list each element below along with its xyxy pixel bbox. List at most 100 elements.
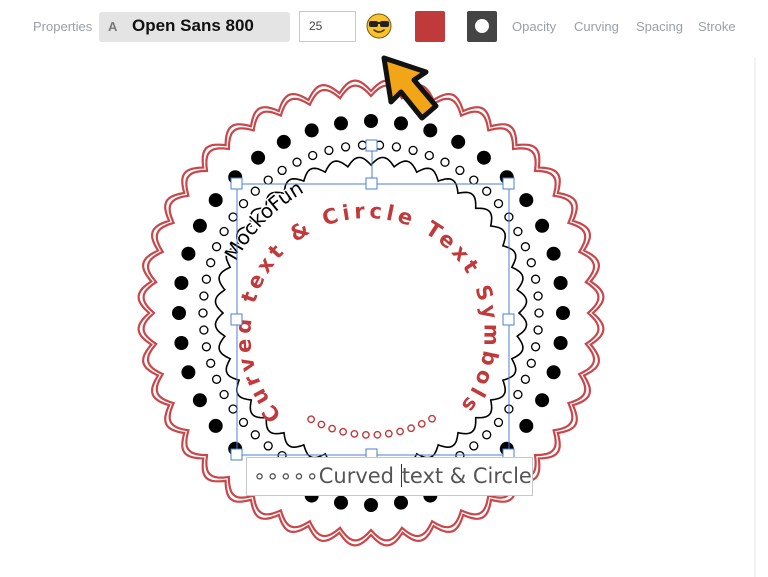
small-red-circle: [307, 415, 315, 424]
text-color-swatch[interactable]: [415, 11, 445, 42]
open-dot: [513, 389, 523, 400]
curving-button[interactable]: Curving: [574, 19, 619, 34]
small-red-circle: [317, 420, 326, 429]
small-red-circle: [361, 430, 370, 439]
open-dot: [469, 175, 479, 185]
resize-handle-bottom-left[interactable]: [230, 448, 243, 461]
open-dot: [201, 274, 212, 284]
rotate-handle[interactable]: [365, 139, 378, 152]
open-dot: [482, 430, 492, 440]
open-dot: [277, 165, 287, 176]
open-dot: [391, 142, 402, 152]
open-dot: [219, 226, 229, 237]
large-dot: [553, 336, 568, 350]
large-dot: [192, 218, 207, 233]
large-dot: [174, 276, 189, 290]
open-dot: [228, 404, 238, 414]
large-dot: [535, 218, 550, 233]
small-red-circle: [396, 427, 404, 436]
open-dot: [482, 186, 492, 196]
resize-handle-top[interactable]: [365, 177, 378, 190]
font-icon: A: [108, 19, 118, 34]
large-dot: [546, 246, 561, 261]
large-dot: [519, 418, 534, 433]
large-dot: [192, 393, 207, 408]
open-dot: [513, 226, 523, 237]
open-dot: [357, 140, 368, 150]
open-dot: [206, 258, 216, 268]
open-dot: [340, 142, 351, 152]
open-dot: [324, 145, 334, 156]
outline-dot-icon: [475, 19, 489, 33]
open-dot: [198, 308, 208, 318]
small-red-circle-arc: [307, 414, 436, 439]
opacity-button[interactable]: Opacity: [512, 19, 556, 34]
large-dot: [208, 418, 223, 433]
resize-handle-left[interactable]: [230, 313, 243, 326]
input-text-after-caret: text & Circle T: [401, 464, 532, 488]
open-dot: [520, 374, 531, 384]
open-dot: [263, 175, 273, 185]
large-dot: [251, 150, 266, 165]
sunglasses-smiley-icon[interactable]: [366, 13, 392, 39]
properties-label: Properties: [33, 19, 93, 34]
small-red-circle: [428, 414, 436, 423]
open-dot: [292, 157, 302, 167]
open-dot: [201, 342, 212, 352]
open-dot: [493, 198, 504, 209]
open-dot: [493, 417, 504, 428]
open-dot: [530, 342, 541, 352]
open-dot: [526, 358, 536, 368]
open-dot: [199, 291, 209, 301]
open-dot: [199, 325, 209, 335]
large-dot: [181, 246, 196, 261]
large-dot: [276, 134, 291, 149]
open-dot: [530, 274, 541, 284]
outline-color-swatch[interactable]: [467, 11, 497, 42]
properties-toolbar: Properties A Open Sans 800 25 Opacity Cu…: [0, 0, 768, 54]
open-dot: [238, 417, 249, 428]
open-dot: [469, 441, 479, 451]
pointer-arrow-icon: [381, 55, 439, 121]
large-dot: [174, 336, 189, 350]
large-dot: [334, 495, 348, 510]
spacing-button[interactable]: Spacing: [636, 19, 683, 34]
small-red-circle: [407, 424, 415, 433]
small-red-circle: [328, 424, 336, 433]
large-dot: [208, 193, 223, 208]
open-dot: [228, 212, 238, 222]
small-red-circle: [339, 427, 347, 436]
resize-handle-right[interactable]: [502, 313, 515, 326]
large-dot: [334, 116, 348, 131]
open-dot: [238, 198, 249, 209]
open-dot: [455, 165, 465, 176]
large-dot: [553, 276, 568, 290]
large-dot: [451, 134, 466, 149]
font-selector[interactable]: A Open Sans 800: [99, 12, 290, 42]
resize-handle-top-left[interactable]: [230, 177, 243, 190]
open-dot: [219, 389, 229, 400]
large-dot: [364, 498, 378, 512]
open-dot: [250, 430, 260, 440]
curved-text-input[interactable]: ∘∘∘∘∘Curved text & Circle T: [246, 457, 533, 496]
curved-text-path: Curved text & Circle Text Symbols: [231, 199, 499, 427]
open-dot: [533, 325, 543, 335]
resize-handle-top-right[interactable]: [502, 177, 515, 190]
open-dot: [440, 157, 450, 167]
curved-text[interactable]: Curved text & Circle Text Symbols: [231, 199, 503, 427]
open-dot: [408, 145, 418, 156]
open-dot: [263, 441, 273, 451]
large-dot: [556, 306, 570, 320]
large-dot: [304, 123, 319, 138]
open-dot: [424, 150, 434, 161]
open-dot: [533, 291, 543, 301]
small-red-circle: [417, 419, 426, 428]
open-dot: [206, 358, 216, 368]
large-dot: [546, 365, 561, 380]
open-dot: [211, 242, 222, 252]
font-size-input[interactable]: 25: [299, 11, 356, 42]
large-dot: [476, 150, 491, 165]
stroke-button[interactable]: Stroke: [698, 19, 736, 34]
open-dot: [534, 308, 544, 318]
small-red-circle: [373, 430, 382, 439]
